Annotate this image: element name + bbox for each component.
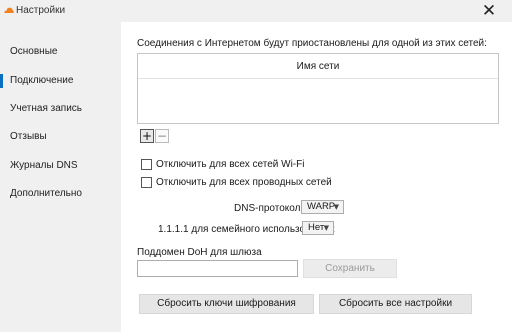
sidebar: Основные Подключение Учетная запись Отзы…	[0, 22, 121, 332]
close-button[interactable]: ✕	[478, 1, 500, 23]
dns-protocol-value: WARP	[307, 201, 336, 212]
chevron-down-icon: ▼	[333, 203, 339, 211]
dns-protocol-select[interactable]: WARP ▼	[301, 200, 344, 214]
disable-wifi-checkbox[interactable]	[141, 158, 152, 170]
excluded-networks-table[interactable]: Имя сети	[137, 53, 499, 124]
disable-wired-checkbox[interactable]	[141, 176, 152, 188]
chevron-down-icon: ▼	[323, 224, 329, 232]
sidebar-item-connection[interactable]: Подключение	[0, 72, 121, 90]
connection-settings-panel: Соединения с Интернетом будут приостанов…	[121, 22, 512, 332]
sidebar-item-dns-logs[interactable]: Журналы DNS	[0, 157, 121, 175]
disable-wifi-option[interactable]: Отключить для всех сетей Wi-Fi	[141, 157, 304, 171]
disable-wifi-label: Отключить для всех сетей Wi-Fi	[156, 158, 305, 170]
sidebar-item-account[interactable]: Учетная запись	[0, 100, 121, 118]
family-mode-select[interactable]: Нет ▼	[302, 221, 334, 235]
cloudflare-logo-icon	[4, 7, 14, 13]
add-network-button[interactable]: +	[140, 129, 154, 143]
disable-wired-label: Отключить для всех проводных сетей	[156, 176, 332, 188]
reset-all-settings-button[interactable]: Сбросить все настройки	[319, 294, 472, 314]
doh-subdomain-input[interactable]	[137, 260, 298, 277]
remove-network-button[interactable]: −	[155, 129, 169, 143]
doh-subdomain-label: Поддомен DoH для шлюза	[137, 247, 262, 258]
reset-encryption-keys-button[interactable]: Сбросить ключи шифрования	[139, 294, 314, 314]
excluded-networks-label: Соединения с Интернетом будут приостанов…	[137, 38, 487, 49]
save-button[interactable]: Сохранить	[303, 259, 397, 278]
dns-protocol-label: DNS-протокол:	[234, 203, 304, 214]
window-title: Настройки	[16, 5, 66, 16]
disable-wired-option[interactable]: Отключить для всех проводных сетей	[141, 175, 332, 189]
family-mode-value: Нет	[308, 222, 325, 233]
sidebar-item-advanced[interactable]: Дополнительно	[0, 185, 121, 203]
sidebar-item-general[interactable]: Основные	[0, 43, 121, 61]
title-bar: Настройки ✕	[0, 0, 512, 22]
sidebar-item-feedback[interactable]: Отзывы	[0, 128, 121, 146]
network-name-column-header: Имя сети	[138, 54, 498, 79]
